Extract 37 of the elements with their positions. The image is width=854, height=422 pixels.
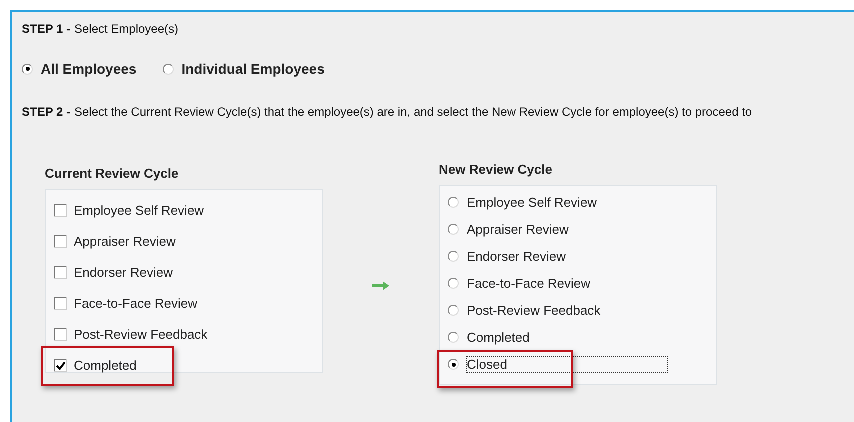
radio-label: Endorser Review [467, 249, 566, 264]
radio-label: Closed [467, 357, 668, 372]
checkbox[interactable] [54, 235, 67, 248]
checkbox[interactable] [54, 328, 67, 341]
radio-button[interactable] [22, 64, 33, 74]
radio-button[interactable] [448, 278, 459, 289]
arrow-right-icon [372, 280, 390, 290]
radio-label: Employee Self Review [467, 195, 598, 210]
radio-label: Appraiser Review [467, 222, 569, 237]
radio-label: Face-to-Face Review [467, 276, 591, 291]
checkbox[interactable] [54, 266, 67, 279]
radio-label: All Employees [41, 61, 137, 77]
radio-button[interactable] [448, 251, 459, 262]
list-title: New Review Cycle [439, 162, 554, 177]
checkbox-label: Endorser Review [74, 265, 173, 280]
radio-button[interactable] [448, 224, 459, 235]
radio-button[interactable] [162, 64, 174, 74]
checkbox[interactable] [54, 204, 67, 217]
checkbox[interactable] [54, 359, 67, 372]
step-label: STEP 2 - [22, 104, 70, 121]
checkbox-label: Post-Review Feedback [74, 327, 208, 342]
checkbox[interactable] [54, 297, 67, 310]
checkbox-label: Face-to-Face Review [74, 296, 198, 311]
step-text: Select the Current Review Cycle(s) that the employee(s) are in, and select the New Review Cycle for employee(s) to proceed to [74, 104, 754, 121]
radio-label: Completed [467, 330, 530, 345]
list-title: Current Review Cycle [45, 166, 180, 181]
radio-button[interactable] [448, 332, 459, 343]
step-text: Select Employee(s) [74, 21, 179, 38]
radio-label: Post-Review Feedback [467, 303, 601, 318]
checkbox-label: Completed [74, 358, 137, 373]
checkbox-label: Appraiser Review [74, 234, 176, 249]
radio-option[interactable]: All Employees [22, 61, 137, 77]
radio-button[interactable] [448, 359, 459, 370]
radio-button[interactable] [448, 197, 459, 208]
radio-button[interactable] [448, 305, 459, 316]
checkbox-label: Employee Self Review [74, 203, 204, 218]
step-label: STEP 1 - [22, 21, 70, 38]
